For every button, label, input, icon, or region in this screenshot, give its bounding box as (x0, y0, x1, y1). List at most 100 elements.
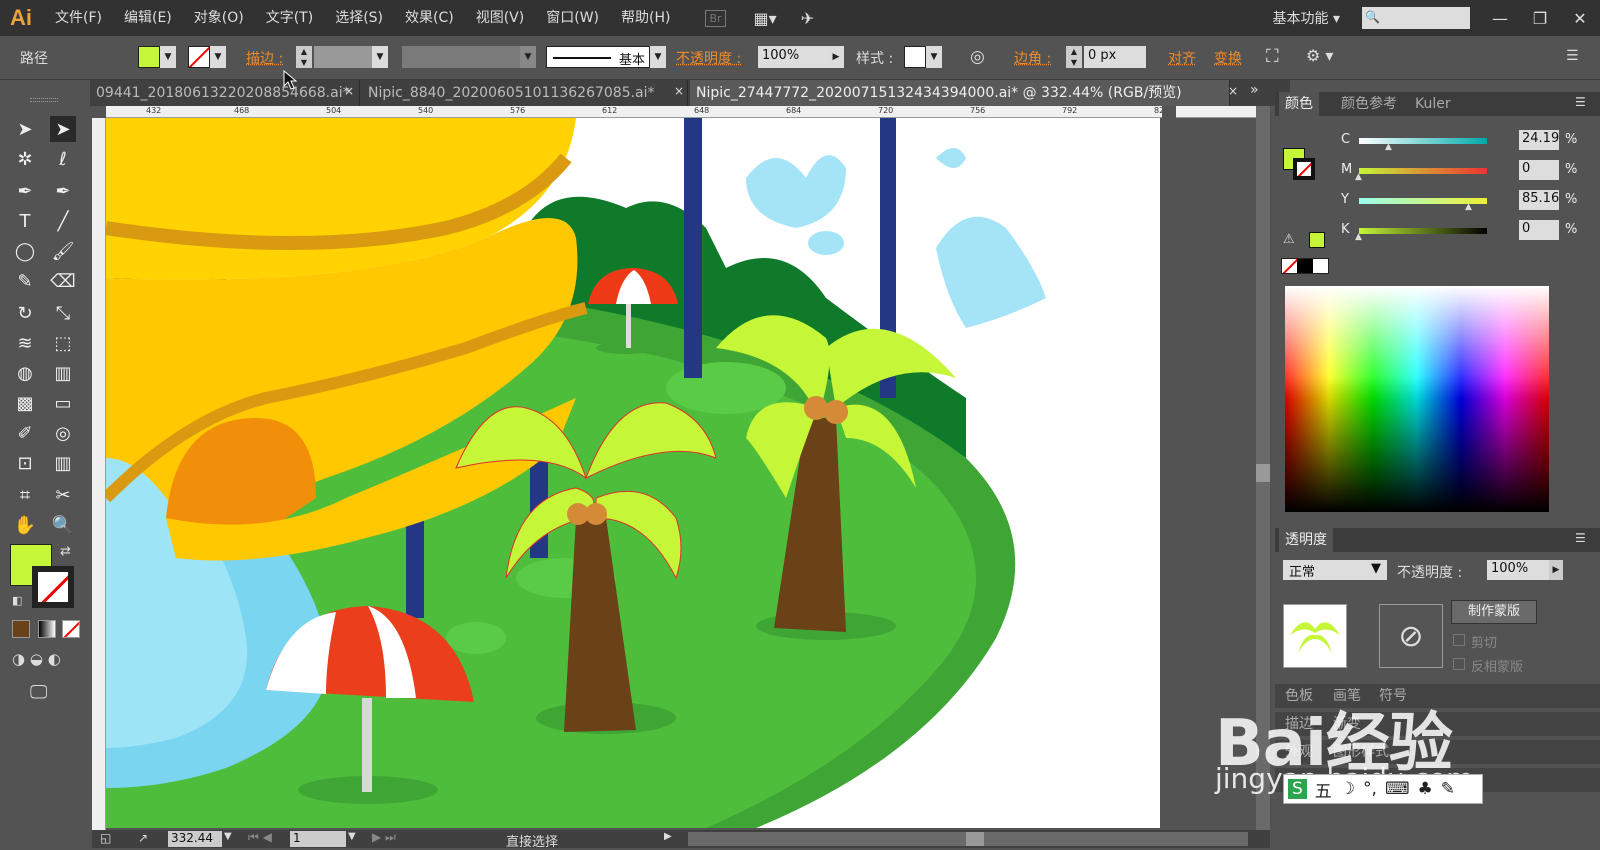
stroke-label[interactable]: 描边 : (246, 48, 283, 68)
search-field[interactable]: 🔍 (1362, 7, 1470, 29)
menu-edit[interactable]: 编辑(E) (113, 0, 183, 36)
magenta-field[interactable]: 0 (1519, 160, 1559, 180)
out-of-gamut-warning-icon[interactable]: ⚠ (1283, 232, 1303, 248)
transparency-opacity-field[interactable]: 100% (1487, 560, 1549, 580)
eyedropper-tool-icon[interactable]: ✐ (12, 420, 38, 446)
object-thumbnail[interactable] (1283, 604, 1347, 668)
scale-tool-icon[interactable]: ⤡ (50, 300, 76, 326)
in-gamut-swatch[interactable] (1309, 232, 1325, 248)
mesh-tool-icon[interactable]: ▩ (12, 390, 38, 416)
pencil-tool-icon[interactable]: ✎ (12, 268, 38, 294)
free-transform-tool-icon[interactable]: ⬚ (50, 330, 76, 356)
status-share-icon[interactable]: ↗ (138, 831, 148, 845)
first-page-icon[interactable]: ⏮ ◀ (248, 830, 272, 845)
screen-mode-icon[interactable]: 🖵 (30, 682, 47, 703)
eraser-tool-icon[interactable]: ⌫ (50, 268, 76, 294)
menu-effect[interactable]: 效果(C) (394, 0, 465, 36)
artboard-tool-icon[interactable]: ⌗ (12, 482, 38, 508)
symbol-sprayer-tool-icon[interactable]: ⊡ (12, 450, 38, 476)
stroke-swatch[interactable] (188, 46, 210, 68)
line-segment-tool-icon[interactable]: ╱ (50, 208, 76, 234)
slider-thumb[interactable]: ▲ (1355, 172, 1362, 182)
selection-tool-icon[interactable]: ➤ (12, 116, 38, 142)
panel-menu-icon[interactable]: ☰ (1575, 95, 1586, 109)
menu-window[interactable]: 窗口(W) (535, 0, 610, 36)
panel-stroke-swatch[interactable] (1293, 158, 1315, 180)
fill-swatch[interactable] (138, 46, 160, 68)
graphic-style-dropdown[interactable]: ▼ (926, 46, 942, 68)
vertical-ruler[interactable] (92, 118, 106, 830)
envelope-options-icon[interactable]: ⚙ ▾ (1306, 46, 1333, 65)
next-page-icon[interactable]: ▶ ⏭ (372, 830, 396, 845)
arrange-documents-icon[interactable]: ▦▾ (754, 9, 777, 28)
page-dropdown-icon[interactable]: ▼ (348, 831, 356, 842)
opacity-field[interactable]: 100% (758, 46, 828, 68)
horizontal-scrollbar[interactable] (688, 832, 1248, 846)
tabs-overflow-icon[interactable]: » (1250, 82, 1259, 98)
slider-thumb[interactable]: ▲ (1385, 142, 1392, 152)
lasso-tool-icon[interactable]: ℓ (50, 146, 76, 172)
gradient-mode-button[interactable] (38, 620, 56, 638)
black-field[interactable]: 0 (1519, 220, 1559, 240)
swap-fill-stroke-icon[interactable]: ⇄ (60, 544, 71, 559)
opacity-label[interactable]: 不透明度 : (676, 48, 741, 68)
gradient-tool-icon[interactable]: ▭ (50, 390, 76, 416)
menu-select[interactable]: 选择(S) (324, 0, 394, 36)
invert-mask-checkbox[interactable] (1453, 658, 1465, 670)
profile-dropdown[interactable]: ▼ (520, 46, 536, 68)
magenta-slider[interactable] (1359, 168, 1487, 174)
recolor-artwork-icon[interactable]: ◎ (970, 47, 985, 67)
magic-wand-tool-icon[interactable]: ✲ (12, 146, 38, 172)
color-mode-button[interactable] (12, 620, 30, 638)
tab-document-2[interactable]: Nipic_8840_20200605101136267085.ai* (362, 80, 688, 106)
hand-tool-icon[interactable]: ✋ (12, 512, 38, 538)
tab-color-guide[interactable]: 颜色参考 (1341, 92, 1397, 116)
rotate-tool-icon[interactable]: ↻ (12, 300, 38, 326)
stroke-weight-dropdown[interactable]: ▼ (372, 46, 388, 68)
tab-close-icon[interactable]: × (344, 84, 354, 98)
horizontal-ruler[interactable]: 432 468 504 540 576 612 648 684 720 756 … (106, 106, 1270, 118)
corner-radius-field[interactable]: 0 px (1084, 46, 1146, 68)
make-mask-button[interactable]: 制作蒙版 (1451, 600, 1537, 624)
status-arrow-icon[interactable]: ▶ (664, 831, 672, 842)
gpu-performance-icon[interactable]: ✈ (801, 9, 814, 28)
panel-menu-icon[interactable]: ☰ (1566, 48, 1579, 64)
panel-menu-icon[interactable]: ☰ (1575, 531, 1586, 545)
black-slider[interactable] (1359, 228, 1487, 234)
graphic-style-swatch[interactable] (904, 46, 926, 68)
artwork[interactable] (106, 118, 1160, 828)
transform-link[interactable]: 变换 (1214, 48, 1242, 68)
tab-document-3[interactable]: Nipic_27447772_20200715132434394000.ai* … (690, 80, 1230, 106)
slider-thumb[interactable]: ▲ (1355, 232, 1362, 242)
shape-builder-tool-icon[interactable]: ◍ (12, 360, 38, 386)
yellow-field[interactable]: 85.16 (1519, 190, 1559, 210)
tab-transparency[interactable]: 透明度 (1279, 528, 1333, 552)
direct-selection-tool-icon[interactable]: ➤ (50, 116, 76, 142)
ime-toolbar[interactable]: S 五 ☽ °, ⌨ ♣ ✎ (1283, 774, 1483, 804)
tab-kuler[interactable]: Kuler (1415, 92, 1451, 116)
blend-mode-select[interactable]: 正常 ▼ (1283, 560, 1387, 580)
slider-thumb[interactable]: ▲ (1465, 202, 1472, 212)
toolbox-grip[interactable] (30, 98, 58, 102)
menu-object[interactable]: 对象(O) (183, 0, 255, 36)
isolate-object-icon[interactable]: ⛶ (1266, 46, 1279, 67)
zoom-field[interactable]: 332.44 (168, 831, 222, 847)
pen-tool-icon[interactable]: ✒ (12, 178, 38, 204)
menu-type[interactable]: 文字(T) (255, 0, 324, 36)
curvature-tool-icon[interactable]: ✒ (50, 178, 76, 204)
restore-button[interactable]: ❐ (1520, 4, 1560, 32)
perspective-grid-tool-icon[interactable]: ▥ (50, 360, 76, 386)
none-mode-button[interactable] (62, 620, 80, 638)
drawing-modes-icon[interactable]: ◑ ◒ ◐ (12, 650, 82, 670)
align-link[interactable]: 对齐 (1168, 48, 1196, 68)
default-colors-icon[interactable]: ◧ (12, 594, 22, 607)
opacity-arrow[interactable]: ▶ (1549, 560, 1563, 580)
brush-dropdown[interactable]: ▼ (650, 46, 666, 68)
stroke-dropdown[interactable]: ▼ (210, 46, 226, 68)
quick-color-swatches[interactable] (1281, 258, 1329, 274)
blend-tool-icon[interactable]: ◎ (50, 420, 76, 446)
tab-close-icon[interactable]: × (674, 84, 684, 98)
tab-color[interactable]: 颜色 (1279, 92, 1319, 116)
minimize-button[interactable]: — (1480, 4, 1520, 32)
cyan-field[interactable]: 24.19 (1519, 130, 1559, 150)
